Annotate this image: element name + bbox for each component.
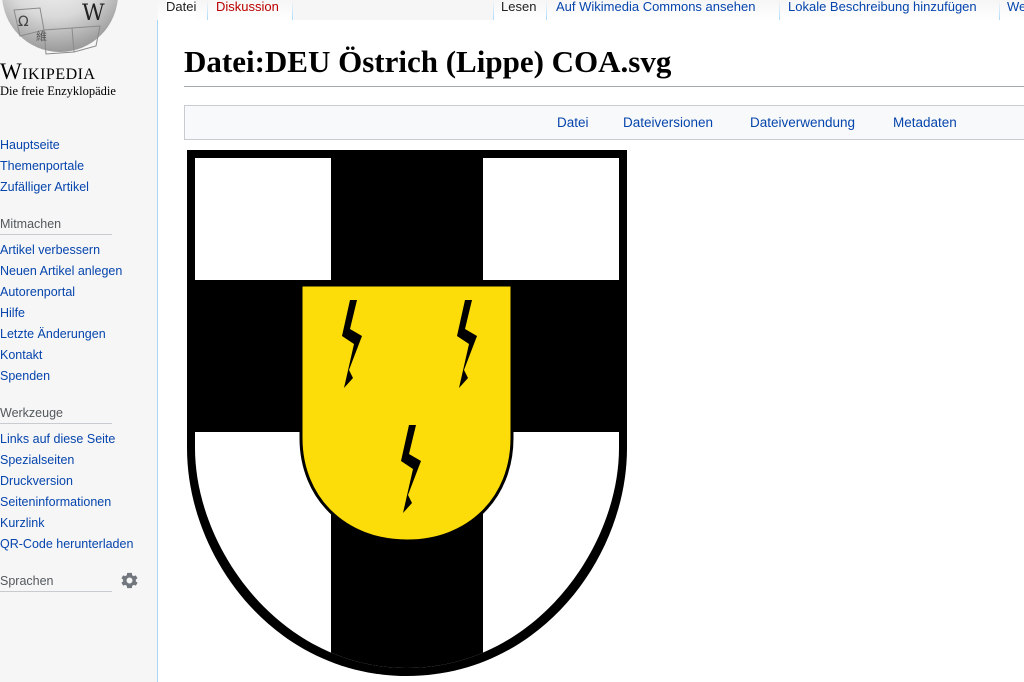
globe-glyph-wei: 維 <box>36 30 47 43</box>
sidebar-item-druckversion[interactable]: Druckversion <box>0 474 73 488</box>
sidebar-item-kurzlink[interactable]: Kurzlink <box>0 516 44 530</box>
sidebar-item-spenden[interactable]: Spenden <box>0 369 50 383</box>
sidebar-item-themenportale[interactable]: Themenportale <box>0 159 84 173</box>
filetoc-dateiversionen[interactable]: Dateiversionen <box>623 115 713 130</box>
tab-separator <box>546 0 547 21</box>
logo-tagline: Die freie Enzyklopädie <box>0 84 116 98</box>
title-divider <box>184 86 1024 87</box>
sidebar-item-qr-code[interactable]: QR-Code herunterladen <box>0 537 133 551</box>
portlet-heading-werkzeuge: Werkzeuge <box>0 406 63 420</box>
gear-icon[interactable] <box>121 572 138 589</box>
tab-separator <box>999 0 1000 21</box>
tab-separator <box>493 0 494 21</box>
sidebar-item-letzte-aenderungen[interactable]: Letzte Änderungen <box>0 327 106 341</box>
logo-wordmark[interactable]: Wikipedia <box>0 59 96 85</box>
portlet-divider <box>0 591 112 592</box>
sidebar-item-zufaelliger-artikel[interactable]: Zufälliger Artikel <box>0 180 89 194</box>
tab-lesen[interactable]: Lesen <box>501 0 536 21</box>
tab-datei[interactable]: Datei <box>166 0 197 21</box>
tab-auf-commons-ansehen[interactable]: Auf Wikimedia Commons ansehen <box>556 0 755 21</box>
portlet-heading-sprachen: Sprachen <box>0 574 54 588</box>
sidebar: Ω W 維 Wikipedia Die freie Enzyklopädie H… <box>0 0 158 682</box>
filetoc-metadaten[interactable]: Metadaten <box>893 115 957 130</box>
sidebar-item-hauptseite[interactable]: Hauptseite <box>0 138 60 152</box>
filetoc-datei[interactable]: Datei <box>557 115 589 130</box>
portlet-divider <box>0 234 112 235</box>
sidebar-item-neuen-artikel[interactable]: Neuen Artikel anlegen <box>0 264 122 278</box>
tab-lokale-beschreibung[interactable]: Lokale Beschreibung hinzufügen <box>788 0 977 21</box>
tab-separator <box>292 0 293 21</box>
tab-separator <box>207 0 208 21</box>
tab-diskussion[interactable]: Diskussion <box>216 0 279 21</box>
sidebar-item-seiteninformationen[interactable]: Seiteninformationen <box>0 495 111 509</box>
sidebar-item-spezialseiten[interactable]: Spezialseiten <box>0 453 74 467</box>
page-title: Datei:DEU Östrich (Lippe) COA.svg <box>184 44 672 79</box>
wikipedia-globe-logo[interactable]: Ω W 維 <box>0 0 118 56</box>
tab-weitere[interactable]: We <box>1007 0 1024 21</box>
globe-glyph-omega: Ω <box>18 14 29 30</box>
sidebar-item-kontakt[interactable]: Kontakt <box>0 348 42 362</box>
tab-separator <box>779 0 780 21</box>
portlet-heading-mitmachen: Mitmachen <box>0 217 62 231</box>
sidebar-item-artikel-verbessern[interactable]: Artikel verbessern <box>0 243 100 257</box>
portlet-divider <box>0 423 112 424</box>
filetoc-dateiverwendung[interactable]: Dateiverwendung <box>750 115 855 130</box>
sidebar-item-autorenportal[interactable]: Autorenportal <box>0 285 75 299</box>
coat-of-arms-image[interactable] <box>184 148 630 678</box>
sidebar-item-hilfe[interactable]: Hilfe <box>0 306 25 320</box>
globe-glyph-w: W <box>82 1 105 26</box>
sidebar-item-links-auf-diese-seite[interactable]: Links auf diese Seite <box>0 432 115 446</box>
